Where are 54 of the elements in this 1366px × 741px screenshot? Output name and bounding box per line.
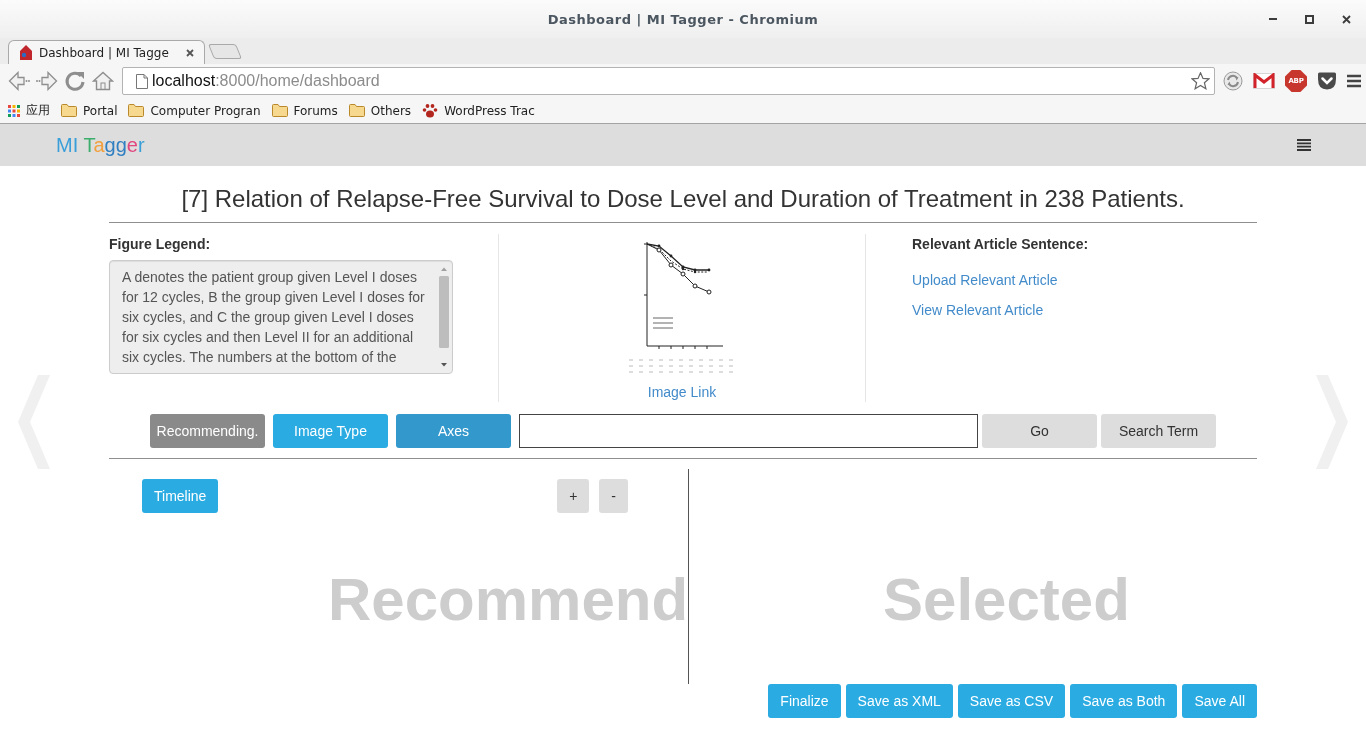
save-button[interactable]: Save as CSV <box>957 684 1066 719</box>
tab-title: Dashboard | MI Tagge <box>39 45 170 60</box>
bookmark-item[interactable]: Computer Progran <box>128 103 261 118</box>
chevron-shield-icon[interactable] <box>1317 72 1337 90</box>
save-button[interactable]: Save as XML <box>845 684 953 719</box>
address-bar[interactable]: localhost:8000/home/dashboard <box>122 67 1215 95</box>
reload-icon[interactable] <box>64 70 86 92</box>
maximize-icon[interactable] <box>1305 14 1314 24</box>
menu-icon[interactable] <box>1297 139 1311 151</box>
save-button[interactable]: Save as Both <box>1070 684 1178 719</box>
save-button[interactable]: Save All <box>1182 684 1257 719</box>
figure-title: [7] Relation of Relapse-Free Survival to Dose Level and Duration of Treatment in 238 Patients. <box>180 186 1186 213</box>
house-icon <box>19 45 33 60</box>
bookmark-item[interactable]: WordPress Trac <box>422 102 535 119</box>
sync-icon[interactable] <box>1223 71 1243 91</box>
zoom-button[interactable]: - <box>599 479 628 514</box>
close-icon[interactable] <box>186 48 194 57</box>
brand-logo[interactable]: MI Tagger <box>56 133 145 157</box>
zoom-button[interactable]: + <box>557 479 590 514</box>
save-button[interactable]: Finalize <box>768 684 841 719</box>
article-link[interactable]: Upload Relevant Article <box>912 270 1058 291</box>
search-field[interactable] <box>519 414 978 449</box>
mail-icon[interactable] <box>1253 73 1275 89</box>
browser-tab[interactable]: Dashboard | MI Tagge <box>8 40 205 64</box>
menu-icon[interactable] <box>1347 74 1361 88</box>
action-button[interactable]: Go <box>982 414 1097 449</box>
folder-icon <box>61 104 77 117</box>
image-link[interactable]: Image Link <box>647 382 717 403</box>
bookmark-item[interactable]: Portal <box>61 103 118 118</box>
mode-button[interactable]: Axes <box>396 414 511 449</box>
legend-textarea[interactable]: A denotes the patient group given Level I doses for 12 cycles, B the group given Level I doses for six cycles, and C the group given Level I doses for six cycles and then Level II for an additional six cycles. The numbers at the bottom of the <box>109 260 453 375</box>
action-button[interactable]: Search Term <box>1101 414 1216 449</box>
home-icon[interactable] <box>92 71 114 91</box>
page-icon <box>136 73 148 89</box>
paw-icon <box>422 102 439 119</box>
back-arrow-icon[interactable] <box>8 71 30 91</box>
timeline-button[interactable]: Timeline <box>142 479 219 514</box>
folder-icon <box>271 104 288 117</box>
bookmark-item[interactable]: Others <box>348 103 412 118</box>
apps-grid-icon <box>8 104 20 117</box>
new-tab-button[interactable] <box>207 44 243 59</box>
article-link[interactable]: View Relevant Article <box>912 300 1044 321</box>
article-label: Relevant Article Sentence: <box>912 235 1089 255</box>
mode-button[interactable]: Image Type <box>273 414 388 449</box>
url-text: localhost:8000/home/dashboard <box>152 72 381 90</box>
forward-arrow-icon[interactable] <box>36 71 58 91</box>
folder-icon <box>128 104 145 117</box>
bookmark-item[interactable]: 应用 <box>8 102 50 119</box>
bookmark-item[interactable]: Forums <box>271 103 338 118</box>
close-icon[interactable] <box>1342 14 1351 24</box>
folder-icon <box>348 104 365 117</box>
window-title: Dashboard | MI Tagger - Chromium <box>547 11 819 27</box>
star-icon[interactable] <box>1191 72 1210 90</box>
legend-label: Figure Legend: <box>109 235 211 255</box>
